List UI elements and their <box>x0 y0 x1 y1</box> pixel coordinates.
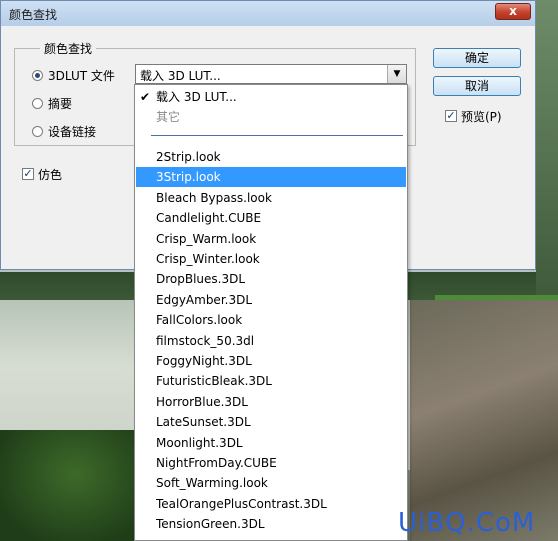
lut-list-item[interactable]: EdgyAmber.3DL <box>136 290 406 310</box>
lut-dropdown-list[interactable]: ✔ 载入 3D LUT... 其它 2Strip.look 3Strip.look… <box>134 84 408 541</box>
lut-list-item[interactable]: 2Strip.look <box>136 147 406 167</box>
lut-select-value: 载入 3D LUT... <box>140 69 221 83</box>
dither-label[interactable]: 仿色 <box>38 166 62 183</box>
foreground-bush <box>0 430 150 541</box>
lut-list-item[interactable]: Bleach Bypass.look <box>136 188 406 208</box>
menu-item-other: 其它 <box>156 110 181 124</box>
radio-abstract[interactable] <box>32 98 43 109</box>
preview-label[interactable]: 预览(P) <box>461 108 502 125</box>
chevron-down-icon[interactable]: ▼ <box>387 65 406 83</box>
lut-list-item[interactable]: LateSunset.3DL <box>136 412 406 432</box>
lut-list-item[interactable]: NightFromDay.CUBE <box>136 453 406 473</box>
lut-list-item[interactable]: HorrorBlue.3DL <box>136 392 406 412</box>
lut-list-item[interactable]: FallColors.look <box>136 310 406 330</box>
boats <box>410 300 558 541</box>
cancel-button[interactable]: 取消 <box>433 76 521 96</box>
lut-file-select[interactable]: 载入 3D LUT... ▼ <box>135 64 407 84</box>
radio-3dlut[interactable] <box>32 70 43 81</box>
radio-device-link[interactable] <box>32 126 43 137</box>
radio-device-link-label[interactable]: 设备链接 <box>48 123 96 140</box>
lut-list-item[interactable]: Crisp_Warm.look <box>136 229 406 249</box>
lut-list-item[interactable]: FoggyNight.3DL <box>136 351 406 371</box>
ok-button[interactable]: 确定 <box>433 48 521 68</box>
lut-list-item[interactable]: Moonlight.3DL <box>136 433 406 453</box>
menu-separator <box>151 135 403 136</box>
radio-abstract-label[interactable]: 摘要 <box>48 95 72 112</box>
group-title: 颜色查找 <box>40 40 97 57</box>
preview-checkbox[interactable]: ✓ <box>445 110 457 122</box>
dither-checkbox[interactable]: ✓ <box>22 168 34 180</box>
lut-list-item[interactable]: Soft_Warming.look <box>136 473 406 493</box>
lut-list-item[interactable]: TealOrangePlusContrast.3DL <box>136 494 406 514</box>
foliage <box>536 0 558 300</box>
radio-3dlut-label[interactable]: 3DLUT 文件 <box>48 67 115 84</box>
lut-list-item[interactable]: 3Strip.look <box>136 167 406 188</box>
lut-list-item[interactable]: Candlelight.CUBE <box>136 208 406 228</box>
watermark: UiBQ.CoM <box>398 508 536 538</box>
lut-list-item[interactable]: Crisp_Winter.look <box>136 249 406 269</box>
lut-list-item[interactable]: TensionGreen.3DL <box>136 514 406 534</box>
checkmark-icon: ✔ <box>140 90 151 104</box>
lut-list-item[interactable]: FuturisticBleak.3DL <box>136 371 406 391</box>
dialog-title: 颜色查找 <box>9 8 58 22</box>
close-button[interactable]: x <box>495 3 531 20</box>
lut-list-item[interactable]: filmstock_50.3dl <box>136 331 406 351</box>
lut-list-item[interactable]: DropBlues.3DL <box>136 269 406 289</box>
title-bar[interactable]: 颜色查找 x <box>1 1 535 27</box>
menu-item-load-3dlut[interactable]: ✔ 载入 3D LUT... <box>136 87 406 107</box>
